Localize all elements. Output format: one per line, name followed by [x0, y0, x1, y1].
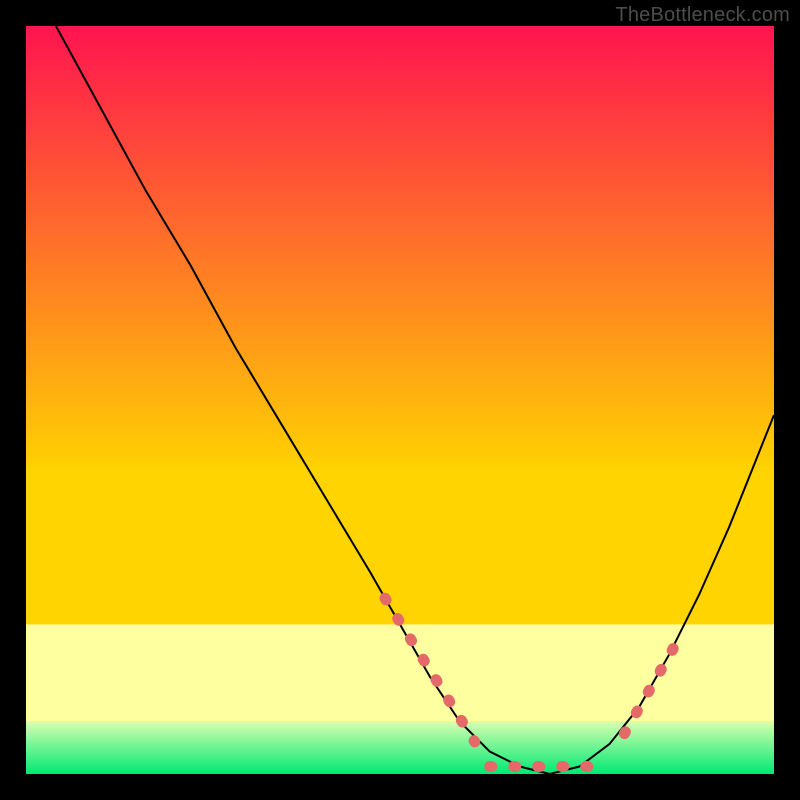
chart-frame: TheBottleneck.com — [0, 0, 800, 800]
bottleneck-chart — [26, 26, 774, 774]
chart-svg — [26, 26, 774, 774]
watermark-text: TheBottleneck.com — [615, 4, 790, 27]
